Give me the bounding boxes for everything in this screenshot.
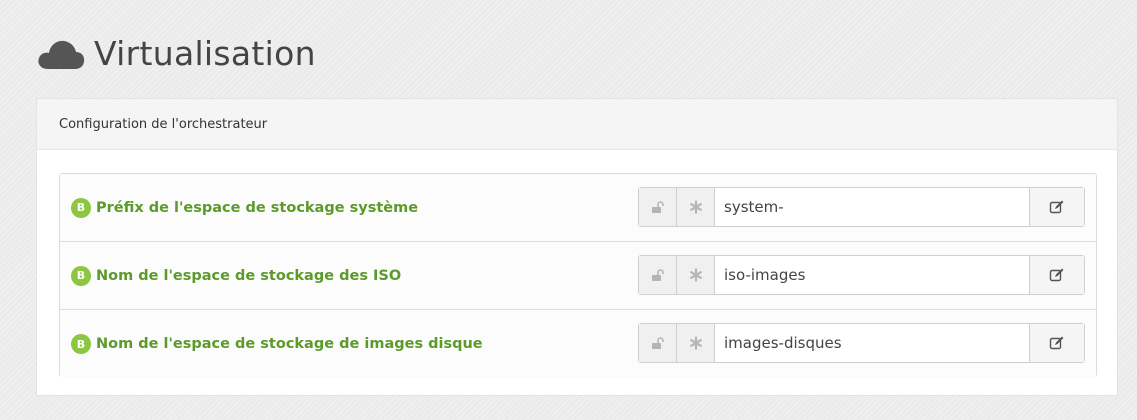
setting-label-text: Nom de l'espace de stockage des ISO — [96, 267, 402, 284]
badge-icon: B — [71, 197, 91, 218]
edit-button[interactable] — [1029, 256, 1084, 294]
edit-button[interactable] — [1029, 188, 1084, 226]
unlock-icon[interactable] — [639, 188, 677, 226]
asterisk-icon — [677, 256, 715, 294]
setting-control: system- — [638, 187, 1085, 227]
setting-label-text: Préfix de l'espace de stockage système — [96, 199, 419, 216]
setting-row: B Préfix de l'espace de stockage système… — [60, 174, 1096, 242]
setting-label: B Préfix de l'espace de stockage système — [71, 197, 419, 218]
setting-row: B Nom de l'espace de stockage de images … — [60, 310, 1096, 378]
edit-icon — [1049, 268, 1064, 282]
setting-label: B Nom de l'espace de stockage de images … — [71, 334, 483, 354]
settings-group: B Préfix de l'espace de stockage système… — [59, 173, 1097, 378]
edit-button[interactable] — [1029, 324, 1084, 362]
panel-heading: Configuration de l'orchestrateur — [37, 99, 1117, 150]
unlock-icon[interactable] — [639, 324, 677, 362]
asterisk-icon — [677, 324, 715, 362]
unlock-icon[interactable] — [639, 256, 677, 294]
edit-icon — [1049, 336, 1064, 350]
setting-label-text: Nom de l'espace de stockage de images di… — [96, 336, 483, 352]
cloud-icon — [38, 40, 85, 69]
badge-icon: B — [71, 334, 91, 354]
setting-label: B Nom de l'espace de stockage des ISO — [71, 265, 402, 286]
asterisk-icon — [677, 188, 715, 226]
page-header: Virtualisation — [36, 28, 316, 78]
setting-control: images-disques — [638, 323, 1085, 363]
setting-input[interactable]: iso-images — [715, 256, 1029, 294]
config-panel: Configuration de l'orchestrateur B Préfi… — [36, 98, 1118, 396]
setting-control: iso-images — [638, 255, 1085, 295]
setting-row: B Nom de l'espace de stockage des ISO is… — [60, 242, 1096, 310]
edit-icon — [1049, 200, 1064, 214]
page: Virtualisation Configuration de l'orches… — [0, 0, 1137, 420]
page-title: Virtualisation — [94, 33, 316, 73]
setting-input[interactable]: system- — [715, 188, 1029, 226]
badge-icon: B — [71, 265, 91, 286]
setting-input[interactable]: images-disques — [715, 324, 1029, 362]
